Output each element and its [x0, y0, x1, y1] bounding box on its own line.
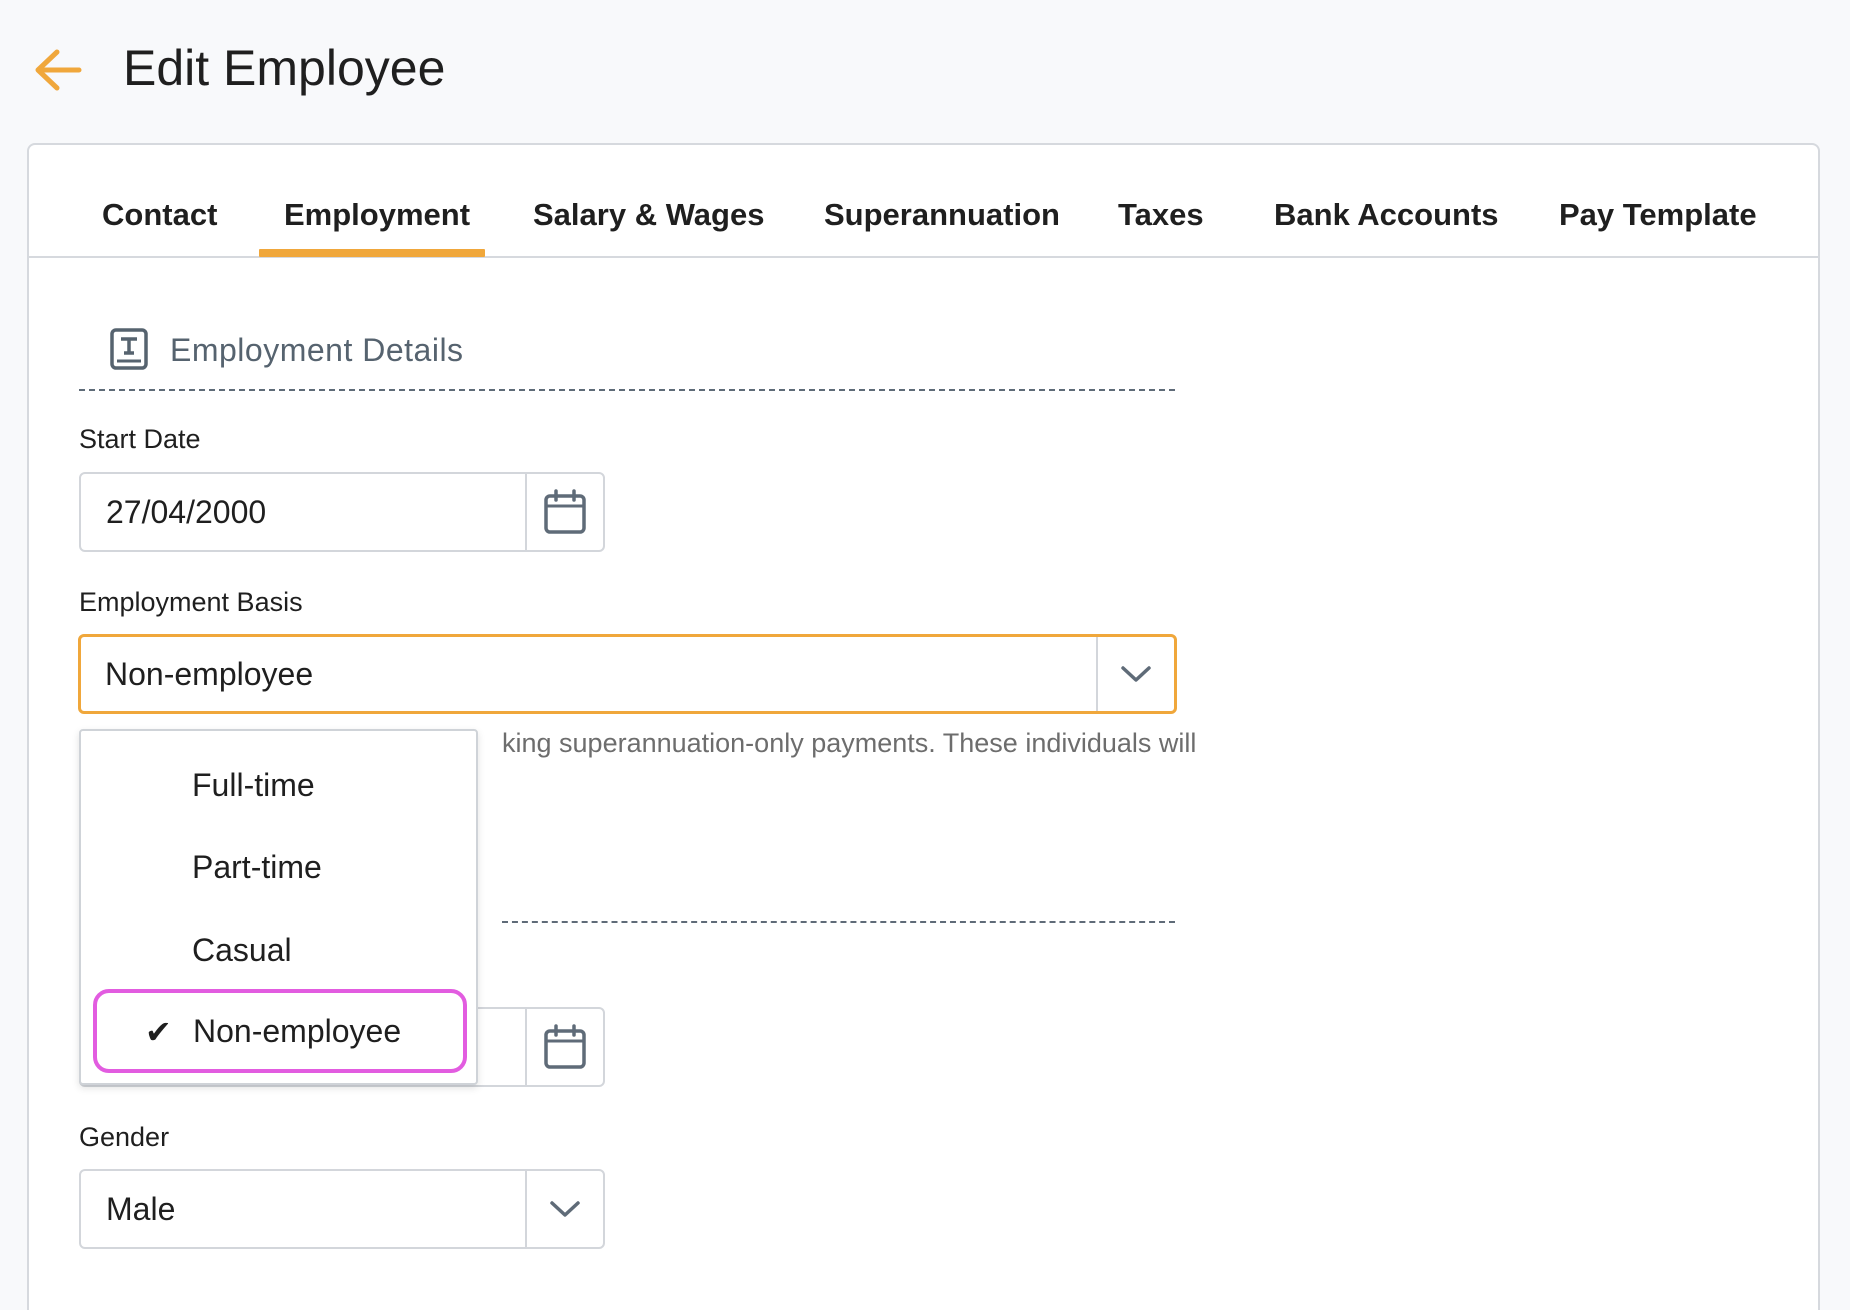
start-date-calendar-button[interactable] [525, 474, 603, 550]
tab-employment[interactable]: Employment [284, 197, 470, 233]
tab-superannuation[interactable]: Superannuation [824, 197, 1060, 233]
option-label: Non-employee [193, 1013, 402, 1049]
active-tab-indicator [259, 249, 485, 257]
option-non-employee[interactable]: ✔ Non-employee [93, 989, 467, 1073]
option-label: Casual [192, 932, 292, 968]
option-label: Part-time [192, 849, 322, 885]
employment-basis-value: Non-employee [105, 656, 314, 692]
tab-taxes[interactable]: Taxes [1118, 197, 1204, 233]
employment-basis-help-text: king superannuation-only payments. These… [502, 728, 1197, 758]
option-part-time[interactable]: Part-time [81, 833, 476, 905]
checkmark-icon: ✔ [145, 1014, 172, 1050]
calendar-icon [544, 489, 586, 534]
gender-toggle[interactable] [525, 1171, 603, 1247]
date-calendar-button[interactable] [525, 1009, 603, 1085]
employment-basis-label: Employment Basis [79, 587, 303, 617]
section-divider [502, 921, 1175, 923]
arrow-left-icon [35, 49, 82, 91]
back-button[interactable] [28, 40, 88, 100]
option-label: Full-time [192, 767, 315, 803]
tab-salary-wages[interactable]: Salary & Wages [533, 197, 764, 233]
section-header: Employment Details [79, 325, 1175, 391]
chevron-down-icon [1121, 666, 1151, 682]
option-full-time[interactable]: Full-time [81, 751, 476, 823]
employee-form-card: Contact Employment Salary & Wages Supera… [27, 143, 1820, 1310]
employment-basis-toggle[interactable] [1096, 637, 1174, 711]
gender-value: Male [106, 1191, 176, 1227]
start-date-label: Start Date [79, 424, 201, 454]
section-title: Employment Details [170, 332, 464, 368]
chevron-down-icon [550, 1201, 580, 1217]
gender-select[interactable]: Male [79, 1169, 605, 1249]
tab-bar: Contact Employment Salary & Wages Supera… [29, 145, 1818, 258]
calendar-icon [544, 1024, 586, 1069]
tab-contact[interactable]: Contact [102, 197, 217, 233]
start-date-value: 27/04/2000 [106, 494, 267, 530]
option-casual[interactable]: Casual [81, 916, 476, 988]
contract-icon [110, 328, 148, 370]
edit-employee-page: Edit Employee Contact Employment Salary … [0, 0, 1850, 1310]
tab-bank-accounts[interactable]: Bank Accounts [1274, 197, 1499, 233]
page-title: Edit Employee [123, 40, 446, 96]
employment-basis-select[interactable]: Non-employee [78, 634, 1177, 714]
start-date-field[interactable]: 27/04/2000 [79, 472, 605, 552]
gender-label: Gender [79, 1122, 170, 1152]
employment-basis-dropdown: Full-time Part-time Casual ✔ Non-employe… [79, 729, 478, 1085]
tab-pay-template[interactable]: Pay Template [1559, 197, 1757, 233]
